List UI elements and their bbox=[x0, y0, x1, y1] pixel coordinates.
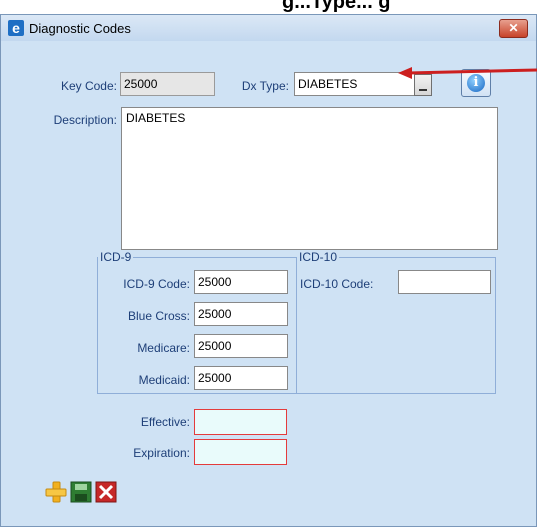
app-e-icon: e bbox=[8, 20, 24, 36]
plus-icon bbox=[45, 481, 67, 503]
effective-label: Effective: bbox=[140, 415, 190, 429]
icd10-code-label: ICD-10 Code: bbox=[300, 277, 374, 291]
icd9-legend: ICD-9 bbox=[98, 250, 134, 264]
description-label: Description: bbox=[53, 113, 117, 127]
window-title: Diagnostic Codes bbox=[29, 21, 131, 36]
expiration-label: Expiration: bbox=[133, 446, 190, 460]
annotation-arrow bbox=[398, 67, 537, 79]
delete-button[interactable] bbox=[95, 481, 117, 503]
icd9-code-field[interactable]: 25000 bbox=[194, 270, 288, 294]
medicaid-label: Medicaid: bbox=[138, 373, 190, 387]
blue-cross-label: Blue Cross: bbox=[127, 309, 190, 323]
key-code-field[interactable]: 25000 bbox=[120, 72, 215, 96]
effective-date-field[interactable] bbox=[194, 409, 287, 435]
delete-x-icon bbox=[95, 481, 117, 503]
expiration-date-field[interactable] bbox=[194, 439, 287, 465]
icd9-code-label: ICD-9 Code: bbox=[123, 277, 190, 291]
form-body: Key Code: 25000 Dx Type: DIABETES i Desc… bbox=[7, 47, 530, 522]
dx-type-label: Dx Type: bbox=[241, 79, 289, 93]
close-button[interactable]: ✕ bbox=[499, 19, 528, 38]
diagnostic-codes-window: e Diagnostic Codes ✕ Key Code: 25000 Dx … bbox=[0, 14, 537, 527]
save-button[interactable] bbox=[70, 481, 92, 503]
medicaid-field[interactable]: 25000 bbox=[194, 366, 288, 390]
add-button[interactable] bbox=[45, 481, 67, 503]
annotation-caption-text: g...Type... g bbox=[282, 0, 391, 13]
description-textarea[interactable]: DIABETES bbox=[121, 107, 498, 250]
save-icon bbox=[70, 481, 92, 503]
medicare-label: Medicare: bbox=[137, 341, 190, 355]
icd10-code-field[interactable] bbox=[398, 270, 491, 294]
medicare-field[interactable]: 25000 bbox=[194, 334, 288, 358]
blue-cross-field[interactable]: 25000 bbox=[194, 302, 288, 326]
key-code-label: Key Code: bbox=[60, 79, 117, 93]
title-bar: e Diagnostic Codes ✕ bbox=[1, 15, 536, 41]
icd10-legend: ICD-10 bbox=[297, 250, 340, 264]
